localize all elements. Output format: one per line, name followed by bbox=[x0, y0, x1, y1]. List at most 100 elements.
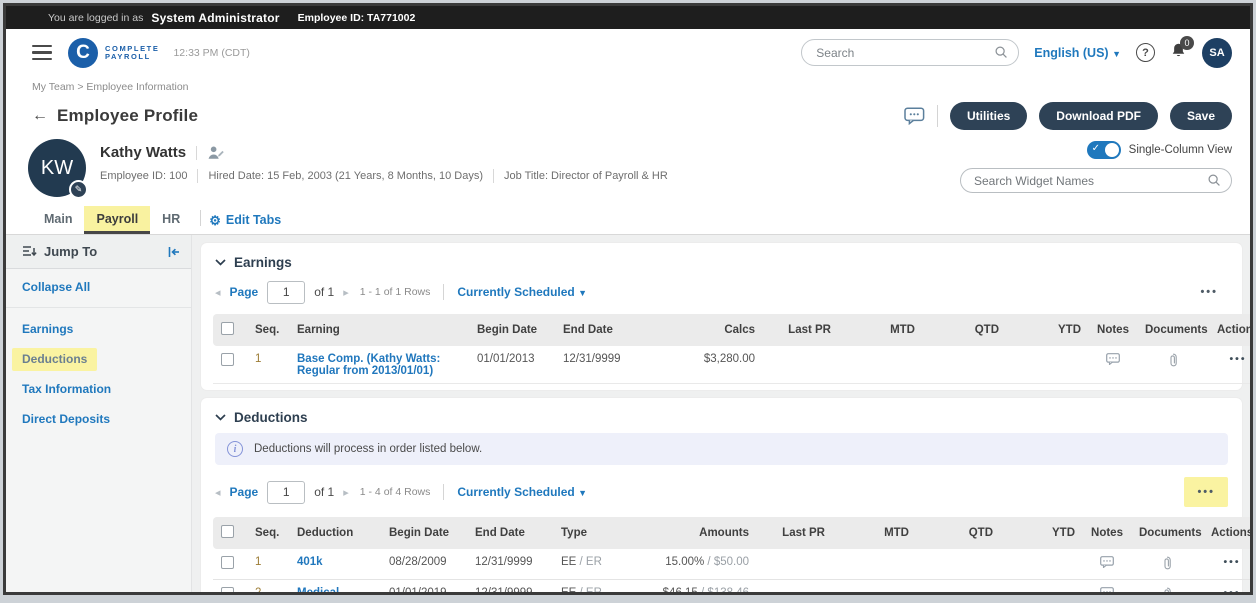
notes-icon[interactable] bbox=[1100, 587, 1114, 592]
edit-avatar-pencil-icon[interactable]: ✎ bbox=[69, 180, 88, 199]
deductions-cell-seq: 2 bbox=[247, 579, 289, 592]
row-actions-button[interactable]: ••• bbox=[1223, 556, 1240, 568]
deductions-cell-ytd bbox=[1001, 579, 1083, 592]
deductions-cell-qtd bbox=[917, 549, 1001, 580]
earnings-cell-amount: $3,280.00 bbox=[641, 346, 763, 384]
page-title: Employee Profile bbox=[57, 106, 199, 125]
deductions-cell-notes bbox=[1083, 579, 1131, 592]
sidebar-item-deductions[interactable]: Deductions bbox=[6, 344, 191, 374]
column-header-ytd: YTD bbox=[1001, 517, 1083, 549]
app-header: C COMPLETE PAYROLL 12:33 PM (CDT) Englis… bbox=[6, 29, 1250, 76]
app-window: You are logged in as System Administrato… bbox=[3, 3, 1253, 595]
earnings-cell-last_pr bbox=[763, 346, 839, 384]
column-header-mtd: MTD bbox=[833, 517, 917, 549]
save-button[interactable]: Save bbox=[1169, 102, 1232, 130]
earnings-item-link[interactable]: Base Comp. (Kathy Watts: Regular from 20… bbox=[297, 353, 461, 377]
rows-count-label: 1 - 1 of 1 Rows bbox=[359, 286, 431, 298]
row-actions-button[interactable]: ••• bbox=[1229, 353, 1246, 365]
search-icon bbox=[1207, 173, 1221, 192]
paperclip-icon[interactable] bbox=[1163, 587, 1172, 592]
tab-hr[interactable]: HR bbox=[150, 206, 192, 234]
hamburger-menu-icon[interactable] bbox=[32, 44, 52, 61]
page-label: Page bbox=[229, 285, 259, 299]
collapse-sidebar-icon[interactable] bbox=[167, 246, 181, 258]
deductions-info-banner: i Deductions will process in order liste… bbox=[215, 433, 1228, 465]
download-pdf-button[interactable]: Download PDF bbox=[1039, 102, 1158, 130]
deductions-item-link[interactable]: 401k bbox=[297, 556, 323, 568]
column-header-end: End Date bbox=[555, 314, 641, 346]
back-arrow-icon[interactable]: ← bbox=[32, 107, 48, 125]
earnings-cell-checkbox bbox=[213, 346, 247, 384]
deductions-cell-notes bbox=[1083, 549, 1131, 580]
deductions-more-button[interactable]: ••• bbox=[1184, 477, 1228, 507]
deductions-section: Deductions i Deductions will process in … bbox=[201, 398, 1250, 592]
row-checkbox[interactable] bbox=[221, 556, 234, 569]
help-icon[interactable]: ? bbox=[1136, 43, 1155, 62]
tab-payroll[interactable]: Payroll bbox=[84, 206, 151, 234]
logo-c-icon: C bbox=[68, 37, 98, 68]
tab-main[interactable]: Main bbox=[32, 206, 84, 234]
collapse-earnings-chevron-icon[interactable] bbox=[215, 259, 226, 266]
deductions-cell-actions: ••• bbox=[1203, 579, 1250, 592]
deductions-cell-mtd bbox=[833, 579, 917, 592]
earnings-filter-dropdown[interactable]: Currently Scheduled ▼ bbox=[457, 285, 587, 299]
row-checkbox[interactable] bbox=[221, 353, 234, 366]
logo-text-bottom: PAYROLL bbox=[105, 51, 151, 61]
deductions-cell-end: 12/31/9999 bbox=[467, 579, 553, 592]
single-column-toggle[interactable]: ✓ bbox=[1086, 141, 1121, 159]
deductions-cell-begin: 01/01/2019 bbox=[381, 579, 467, 592]
logged-in-employee-id: Employee ID: TA771002 bbox=[297, 11, 416, 24]
employee-id: Employee ID: 100 bbox=[100, 170, 188, 182]
logged-in-prefix: You are logged in as bbox=[48, 11, 144, 24]
feedback-comment-icon[interactable] bbox=[904, 107, 925, 125]
utilities-button[interactable]: Utilities bbox=[949, 102, 1028, 130]
global-search-input[interactable] bbox=[801, 39, 1020, 66]
paperclip-icon[interactable] bbox=[1169, 353, 1178, 370]
deductions-item-link[interactable]: Medical bbox=[297, 587, 339, 592]
notes-icon[interactable] bbox=[1106, 353, 1120, 368]
complete-payroll-logo[interactable]: C COMPLETE PAYROLL bbox=[68, 37, 159, 68]
previous-page-icon[interactable]: ◂ bbox=[215, 486, 221, 499]
previous-page-icon[interactable]: ◂ bbox=[215, 286, 221, 299]
deductions-cell-last_pr bbox=[757, 579, 833, 592]
column-header-name: Earning bbox=[289, 314, 469, 346]
page-number-input[interactable] bbox=[267, 280, 306, 304]
paperclip-icon[interactable] bbox=[1163, 556, 1172, 573]
collapse-all-link[interactable]: Collapse All bbox=[6, 269, 191, 305]
page-title-row: ← Employee Profile Utilities Download PD… bbox=[6, 95, 1250, 137]
employee-summary: KW ✎ Kathy Watts Employee ID: 100 Hired … bbox=[6, 137, 1250, 205]
notifications-bell-icon[interactable]: 0 bbox=[1170, 35, 1194, 64]
language-selector[interactable]: English (US) ▼ bbox=[1034, 46, 1121, 60]
deductions-info-text: Deductions will process in order listed … bbox=[254, 443, 483, 455]
row-checkbox[interactable] bbox=[221, 587, 234, 592]
collapse-deductions-chevron-icon[interactable] bbox=[215, 414, 226, 421]
notes-icon[interactable] bbox=[1100, 556, 1114, 571]
column-header-documents: Documents bbox=[1137, 314, 1209, 346]
employee-avatar: KW ✎ bbox=[28, 139, 88, 199]
column-header-actions: Actions bbox=[1203, 517, 1250, 549]
sidebar-item-direct-deposits[interactable]: Direct Deposits bbox=[6, 404, 191, 434]
earnings-more-button[interactable]: ••• bbox=[1190, 280, 1228, 304]
chevron-down-icon: ▼ bbox=[1112, 48, 1121, 59]
sidebar-item-earnings[interactable]: Earnings bbox=[6, 314, 191, 344]
deductions-cell-documents bbox=[1131, 579, 1203, 592]
user-avatar[interactable]: SA bbox=[1202, 37, 1232, 68]
widget-search-input[interactable] bbox=[960, 168, 1232, 193]
select-all-checkbox[interactable] bbox=[221, 525, 234, 538]
page-number-input[interactable] bbox=[267, 480, 306, 504]
select-all-checkbox[interactable] bbox=[221, 322, 234, 335]
column-header-end: End Date bbox=[467, 517, 553, 549]
deductions-filter-dropdown[interactable]: Currently Scheduled ▼ bbox=[457, 485, 587, 499]
breadcrumb[interactable]: My Team > Employee Information bbox=[6, 76, 1250, 95]
deductions-cell-checkbox bbox=[213, 549, 247, 580]
edit-tabs-button[interactable]: ⚙ Edit Tabs bbox=[209, 213, 281, 234]
sidebar-item-tax-information[interactable]: Tax Information bbox=[6, 374, 191, 404]
deductions-cell-type: EE / ER bbox=[553, 579, 639, 592]
jump-to-icon bbox=[22, 245, 37, 258]
edit-employee-icon[interactable] bbox=[207, 145, 224, 160]
page-of-label: of 1 bbox=[314, 485, 335, 499]
next-page-icon[interactable]: ▸ bbox=[343, 286, 349, 299]
next-page-icon[interactable]: ▸ bbox=[343, 486, 349, 499]
row-actions-button[interactable]: ••• bbox=[1223, 587, 1240, 592]
employee-hired-date: Hired Date: 15 Feb, 2003 (21 Years, 8 Mo… bbox=[208, 170, 483, 182]
